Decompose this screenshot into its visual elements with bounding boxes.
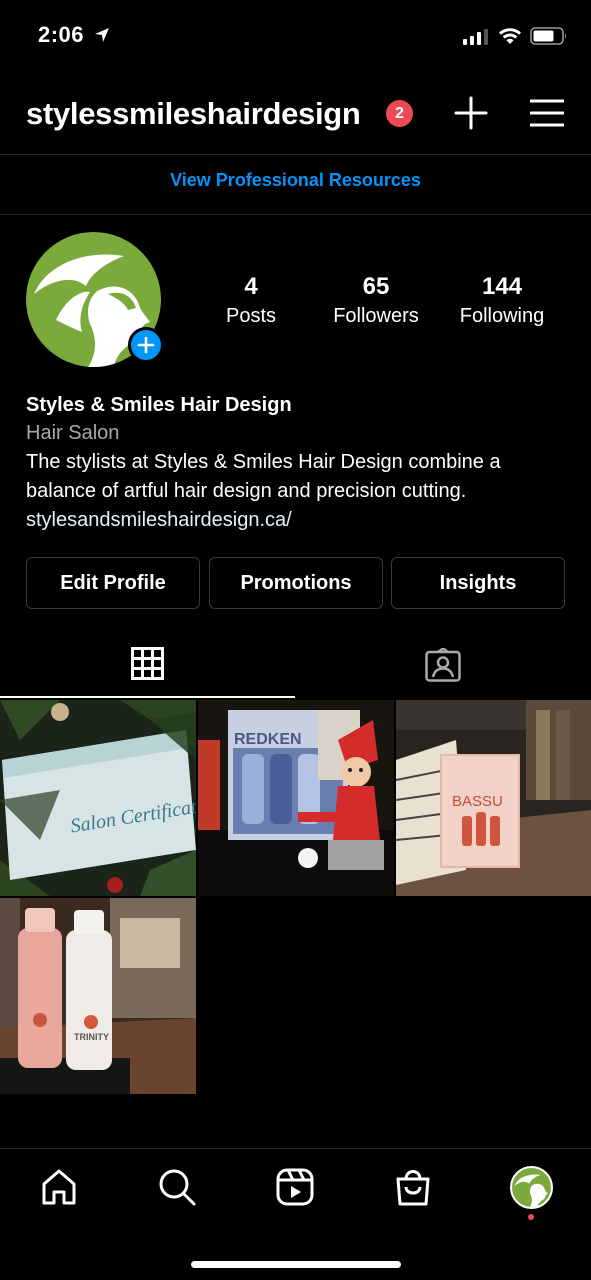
plus-icon: [137, 336, 155, 354]
tagged-icon: [425, 648, 461, 682]
stat-following[interactable]: 144 Following: [437, 272, 567, 330]
tab-tagged[interactable]: [296, 640, 591, 698]
hamburger-menu-icon[interactable]: [530, 98, 564, 128]
stat-posts[interactable]: 4 Posts: [186, 272, 316, 330]
following-label: Following: [459, 305, 545, 327]
post-thumbnail[interactable]: BASSU: [396, 700, 591, 896]
post-thumbnail[interactable]: TRINITY: [0, 898, 196, 1094]
posts-label: Posts: [225, 305, 277, 327]
bio-line-1: The stylists at Styles & Smiles Hair Des…: [26, 451, 501, 473]
post-thumbnail[interactable]: Salon Certificate: [0, 700, 196, 896]
home-icon[interactable]: [39, 1167, 79, 1207]
promotions-button[interactable]: Promotions: [209, 557, 383, 609]
notification-badge[interactable]: 2: [386, 100, 413, 127]
edit-profile-button[interactable]: Edit Profile: [26, 557, 200, 609]
post-caption-text: TRINITY: [74, 1032, 109, 1042]
search-icon[interactable]: [157, 1167, 197, 1207]
bottom-navigation: [0, 1148, 591, 1280]
stat-followers[interactable]: 65 Followers: [311, 272, 441, 330]
followers-label: Followers: [333, 305, 419, 327]
post-image: REDKEN: [198, 700, 394, 896]
wifi-icon: [499, 28, 521, 44]
cellular-signal-icon: [463, 29, 488, 45]
post-caption-text: REDKEN: [234, 731, 302, 748]
status-bar: 2:06: [0, 0, 591, 72]
profile-bio: Styles & Smiles Hair Design Hair Salon T…: [26, 391, 571, 535]
reels-icon[interactable]: [275, 1167, 315, 1207]
website-link[interactable]: stylesandsmileshairdesign.ca/: [26, 506, 571, 535]
post-thumbnail[interactable]: REDKEN: [198, 700, 394, 896]
shop-icon[interactable]: [393, 1167, 433, 1207]
header-divider: [0, 154, 591, 155]
plus-icon[interactable]: [454, 96, 488, 130]
profile-category: Hair Salon: [26, 422, 120, 444]
active-tab-indicator: [0, 696, 295, 698]
followers-count: 65: [362, 273, 390, 300]
profile-header: stylessmileshairdesign 2: [0, 88, 591, 144]
profile-avatar-tab[interactable]: [510, 1166, 553, 1209]
post-image: TRINITY: [0, 898, 196, 1094]
location-arrow-icon: [95, 28, 109, 42]
tab-grid[interactable]: [0, 640, 295, 698]
insights-button[interactable]: Insights: [391, 557, 565, 609]
add-story-button[interactable]: [128, 327, 164, 363]
status-time: 2:06: [38, 22, 85, 47]
profile-username[interactable]: stylessmileshairdesign: [26, 96, 361, 132]
bio-line-2: balance of artful hair design and precis…: [26, 480, 467, 502]
profile-notification-dot: [528, 1214, 534, 1220]
home-indicator[interactable]: [191, 1261, 401, 1268]
post-caption-text: BASSU: [452, 793, 503, 810]
grid-icon: [131, 647, 164, 680]
profile-display-name: Styles & Smiles Hair Design: [26, 394, 292, 416]
battery-icon: [530, 27, 566, 45]
posts-count: 4: [244, 273, 258, 300]
post-image: Salon Certificate: [0, 700, 196, 896]
post-image: BASSU: [396, 700, 591, 896]
resources-divider: [0, 214, 591, 215]
salon-logo: [514, 1174, 548, 1207]
professional-resources-link[interactable]: View Professional Resources: [0, 170, 591, 191]
following-count: 144: [481, 273, 523, 300]
